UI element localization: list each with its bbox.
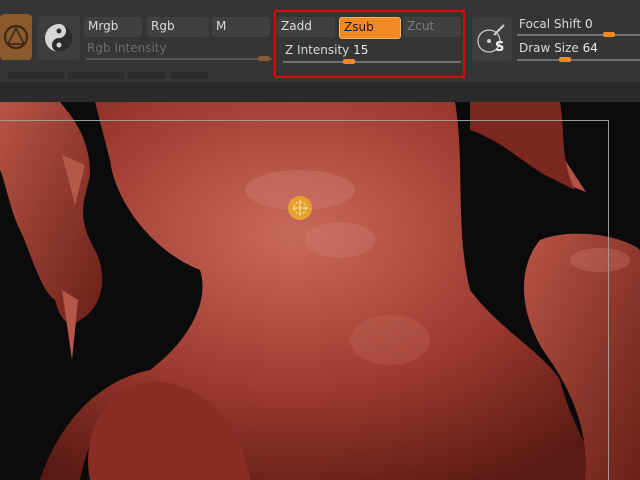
draw-size-value: 64: [582, 41, 598, 55]
rgb-button[interactable]: Rgb: [147, 17, 209, 37]
material-sphere-icon: [45, 24, 73, 52]
brush-icon: [4, 25, 28, 49]
draw-size-slider-knob[interactable]: [559, 57, 571, 62]
draw-size-slider-track[interactable]: [517, 59, 640, 61]
focal-shift-value: 0: [585, 17, 593, 31]
brush-thumbnail[interactable]: [0, 14, 32, 60]
document-bounds: [0, 120, 609, 480]
material-thumbnail[interactable]: [38, 16, 80, 60]
focal-shift-slider-track[interactable]: [517, 34, 640, 36]
stroke-s-button[interactable]: S: [472, 17, 512, 61]
stroke-s-letter: S: [495, 40, 505, 55]
rgb-intensity-label: Rgb Intensity: [87, 41, 167, 55]
toolbar-divider: [8, 72, 64, 79]
m-button[interactable]: M: [212, 17, 270, 37]
draw-size-label: Draw Size 64: [519, 41, 598, 55]
highlight-annotation: [274, 10, 465, 78]
stroke-s-icon: [477, 24, 505, 53]
focal-shift-label: Focal Shift 0: [519, 17, 593, 31]
toolbar-divider: [68, 72, 124, 79]
mrgb-button[interactable]: Mrgb: [84, 17, 142, 37]
toolbar-divider: [170, 72, 208, 79]
rgb-intensity-slider-knob[interactable]: [258, 56, 270, 61]
rgb-intensity-slider-track[interactable]: [86, 58, 272, 60]
toolbar-bottom-strip: [0, 82, 640, 103]
top-toolbar: Mrgb Rgb M Rgb Intensity Zadd Zsub Zcut …: [0, 0, 640, 82]
focal-shift-slider-knob[interactable]: [603, 32, 615, 37]
toolbar-divider: [128, 72, 166, 79]
